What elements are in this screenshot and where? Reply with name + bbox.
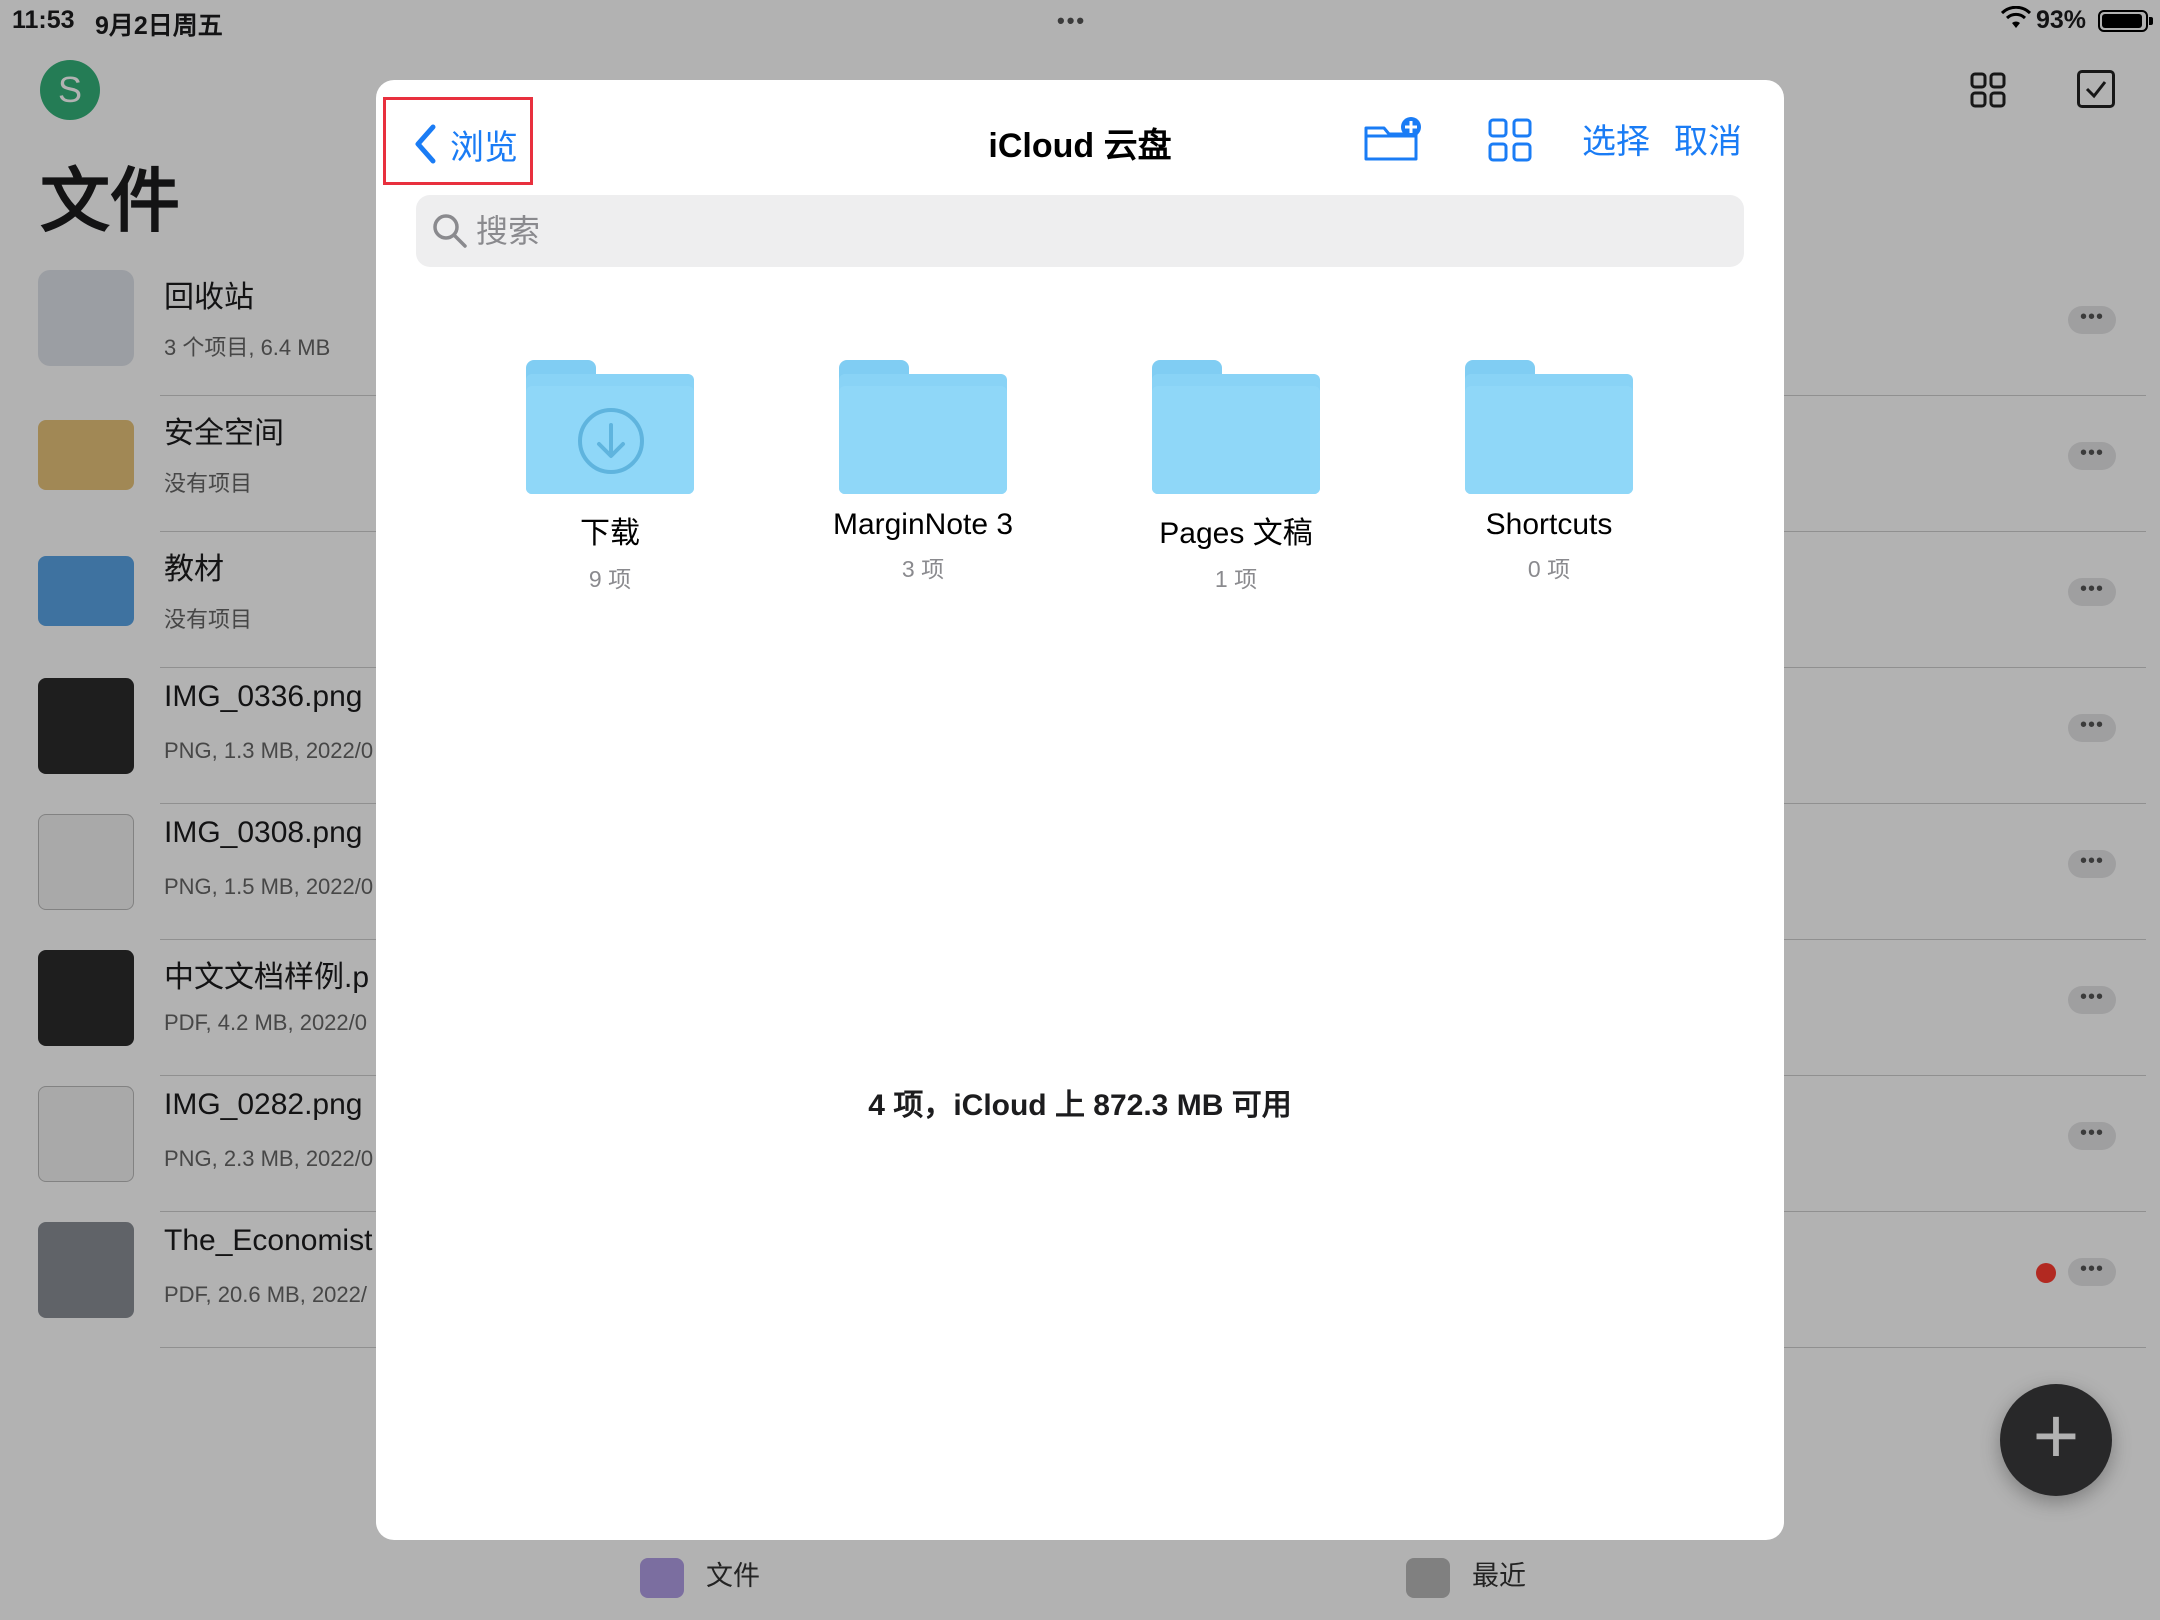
cancel-button[interactable]: 取消: [1674, 114, 1742, 163]
folder-count: 3 项: [901, 556, 945, 582]
new-folder-icon[interactable]: [1363, 117, 1423, 163]
folder-item[interactable]: Shortcuts 0 项: [1429, 360, 1669, 584]
folder-item[interactable]: MarginNote 3 3 项: [803, 360, 1043, 584]
select-button[interactable]: 选择: [1582, 114, 1650, 163]
search-input[interactable]: [476, 195, 1676, 267]
folder-item[interactable]: Pages 文稿 1 项: [1116, 360, 1356, 594]
folder-icon: [1152, 360, 1320, 494]
folder-name: Shortcuts: [1485, 508, 1613, 541]
folder-icon: [839, 360, 1007, 494]
grid-view-icon[interactable]: [1487, 117, 1533, 163]
search-bar: [416, 195, 1744, 267]
folder-icon: [1465, 360, 1633, 494]
folder-name: MarginNote 3: [832, 508, 1014, 541]
icloud-browser-modal: 浏览 iCloud 云盘 选择 取消 搜索 下载 9 项 MarginNote …: [376, 80, 1784, 1540]
downloads-folder-icon: [526, 360, 694, 494]
folder-grid: 下载 9 项 MarginNote 3 3 项 Pages 文稿 1 项 Sho…: [376, 360, 1784, 660]
folder-count: 1 项: [1214, 566, 1258, 592]
folder-count: 9 项: [588, 566, 632, 592]
folder-name: Pages 文稿: [1159, 517, 1313, 550]
storage-summary: 4 项，iCloud 上 872.3 MB 可用: [868, 1089, 1292, 1122]
folder-item[interactable]: 下载 9 项: [490, 360, 730, 594]
download-icon: [578, 408, 644, 474]
folder-name: 下载: [580, 517, 640, 550]
folder-count: 0 项: [1527, 556, 1571, 582]
search-icon: [433, 214, 467, 248]
modal-title: iCloud 云盘: [988, 127, 1172, 165]
